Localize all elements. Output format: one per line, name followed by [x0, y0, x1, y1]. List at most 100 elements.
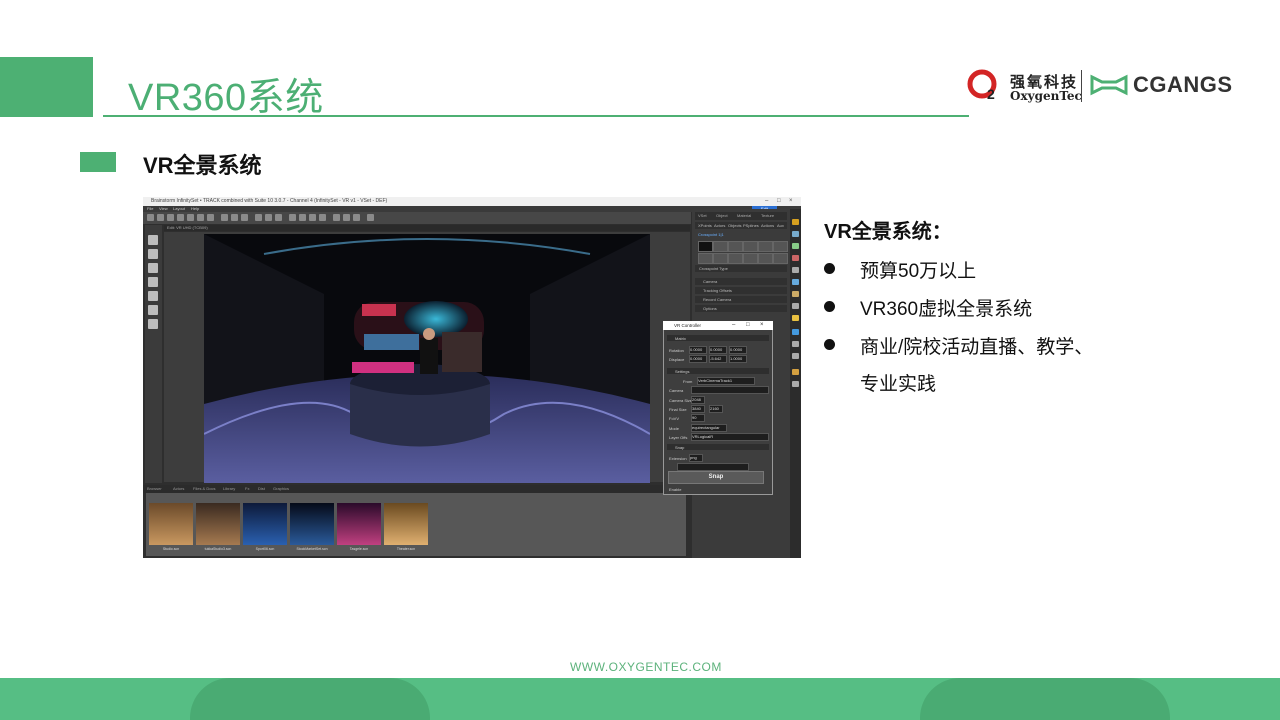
subtab-psplines[interactable]: PSplines — [743, 223, 759, 228]
tool-icon[interactable] — [792, 291, 799, 297]
rotation-x-field[interactable]: 0.0000 — [689, 346, 707, 354]
mode-select[interactable]: equirectangular — [691, 424, 727, 432]
toolbar-tool-icon[interactable] — [289, 214, 296, 221]
toolbar-tool-icon[interactable] — [147, 214, 154, 221]
extension-select[interactable]: png — [689, 454, 703, 462]
toolbar-tool-icon[interactable] — [299, 214, 306, 221]
subtab-objects[interactable]: Objects — [728, 223, 742, 228]
output-path-field[interactable] — [677, 463, 749, 471]
tool-icon[interactable] — [792, 231, 799, 237]
crosspoint-cell[interactable] — [713, 253, 728, 264]
tool-icon[interactable] — [792, 353, 799, 359]
crosspoint-cell[interactable] — [713, 241, 728, 252]
layer-tool-icon[interactable] — [148, 291, 158, 301]
text-tool-icon[interactable] — [148, 249, 158, 259]
close-icon[interactable]: × — [789, 198, 793, 204]
crosspoint-cell[interactable] — [758, 241, 773, 252]
toolbar-tool-icon[interactable] — [241, 214, 248, 221]
crosspoint-cell[interactable] — [743, 253, 758, 264]
crosspoint-cell[interactable] — [773, 241, 788, 252]
tool-icon[interactable] — [792, 303, 799, 309]
toolbar-tool-icon[interactable] — [207, 214, 214, 221]
subtab-aux[interactable]: Aux — [777, 223, 784, 228]
dialog-minimize-icon[interactable]: – — [732, 322, 735, 328]
tool-icon[interactable] — [792, 267, 799, 273]
scene-thumbnail[interactable] — [290, 503, 334, 545]
crosspoint-cell[interactable] — [728, 253, 743, 264]
tab-graphics[interactable]: Graphics — [273, 486, 289, 491]
select-tool-icon[interactable] — [148, 235, 158, 245]
rotation-z-field[interactable]: 0.0000 — [729, 346, 747, 354]
tab-vset[interactable]: VSet — [698, 213, 707, 218]
dialog-close-icon[interactable]: × — [760, 322, 764, 328]
crosspoint-cell[interactable] — [743, 241, 758, 252]
toolbar-tool-icon[interactable] — [333, 214, 340, 221]
displace-z-field[interactable]: 1.0000 — [729, 355, 747, 363]
vr-panorama-view[interactable] — [204, 234, 650, 483]
tool-icon[interactable] — [792, 329, 799, 335]
displace-x-field[interactable]: 0.0000 — [689, 355, 707, 363]
fov-field[interactable]: 90 — [691, 414, 705, 422]
scene-thumbnail[interactable] — [384, 503, 428, 545]
play-tool-icon[interactable] — [148, 319, 158, 329]
rotation-y-field[interactable]: 0.0000 — [709, 346, 727, 354]
menu-file[interactable]: File — [147, 206, 153, 211]
toolbar-tool-icon[interactable] — [157, 214, 164, 221]
scene-thumbnail[interactable] — [243, 503, 287, 545]
tool-icon[interactable] — [792, 243, 799, 249]
scene-thumbnail[interactable] — [149, 503, 193, 545]
toolbar-tool-icon[interactable] — [265, 214, 272, 221]
tool-icon[interactable] — [792, 279, 799, 285]
tab-fx[interactable]: Fx — [245, 486, 249, 491]
toolbar-tool-icon[interactable] — [197, 214, 204, 221]
toolbar-tool-icon[interactable] — [353, 214, 360, 221]
camera-field[interactable] — [691, 386, 769, 394]
final-width-field[interactable]: 3840 — [691, 405, 705, 413]
tool-icon[interactable] — [792, 341, 799, 347]
crosspoint-cell[interactable] — [758, 253, 773, 264]
menu-layout[interactable]: Layout — [173, 206, 185, 211]
tab-browser[interactable]: Browser — [147, 486, 162, 491]
toolbar-tool-icon[interactable] — [187, 214, 194, 221]
menu-help[interactable]: Help — [191, 206, 199, 211]
tab-dist[interactable]: Dist — [258, 486, 265, 491]
tab-material[interactable]: Material — [737, 213, 751, 218]
final-height-field[interactable]: 2160 — [709, 405, 723, 413]
crosspoint-cell[interactable] — [773, 253, 788, 264]
tab-object[interactable]: Object — [716, 213, 728, 218]
tab-actors[interactable]: Actors — [173, 486, 184, 491]
tool-icon[interactable] — [792, 219, 799, 225]
tab-files-docs[interactable]: Files & Docs — [193, 486, 215, 491]
toolbar-tool-icon[interactable] — [367, 214, 374, 221]
dialog-maximize-icon[interactable]: □ — [746, 322, 750, 328]
crosspoint-cell[interactable] — [728, 241, 743, 252]
tab-library[interactable]: Library — [223, 486, 235, 491]
scene-thumbnail[interactable] — [337, 503, 381, 545]
crosspoint-cell[interactable] — [698, 253, 713, 264]
scene-thumbnail[interactable] — [196, 503, 240, 545]
toolbar-tool-icon[interactable] — [319, 214, 326, 221]
maximize-icon[interactable]: □ — [777, 198, 781, 204]
displace-y-field[interactable]: -5.642 — [709, 355, 727, 363]
from-field[interactable]: VerbCinemaTrack1 — [697, 377, 755, 385]
tool-icon[interactable] — [792, 255, 799, 261]
image-tool-icon[interactable] — [148, 277, 158, 287]
toolbar-tool-icon[interactable] — [177, 214, 184, 221]
snap-button[interactable]: Snap — [668, 471, 764, 484]
toolbar-tool-icon[interactable] — [343, 214, 350, 221]
toolbar-tool-icon[interactable] — [255, 214, 262, 221]
layer-field[interactable]: VRLogicalR — [691, 433, 769, 441]
toolbar-tool-icon[interactable] — [231, 214, 238, 221]
subtab-xpoints[interactable]: XPoints — [698, 223, 712, 228]
brush-tool-icon[interactable] — [148, 263, 158, 273]
enable-checkbox[interactable]: Enable — [669, 487, 681, 492]
camera-size-field[interactable]: 2048 — [691, 396, 705, 404]
tool-icon[interactable] — [792, 381, 799, 387]
menu-view[interactable]: View — [159, 206, 168, 211]
tab-texture[interactable]: Texture — [761, 213, 774, 218]
toolbar-tool-icon[interactable] — [221, 214, 228, 221]
tool-icon[interactable] — [792, 315, 799, 321]
chat-tool-icon[interactable] — [148, 305, 158, 315]
toolbar-tool-icon[interactable] — [309, 214, 316, 221]
minimize-icon[interactable]: – — [765, 198, 768, 204]
